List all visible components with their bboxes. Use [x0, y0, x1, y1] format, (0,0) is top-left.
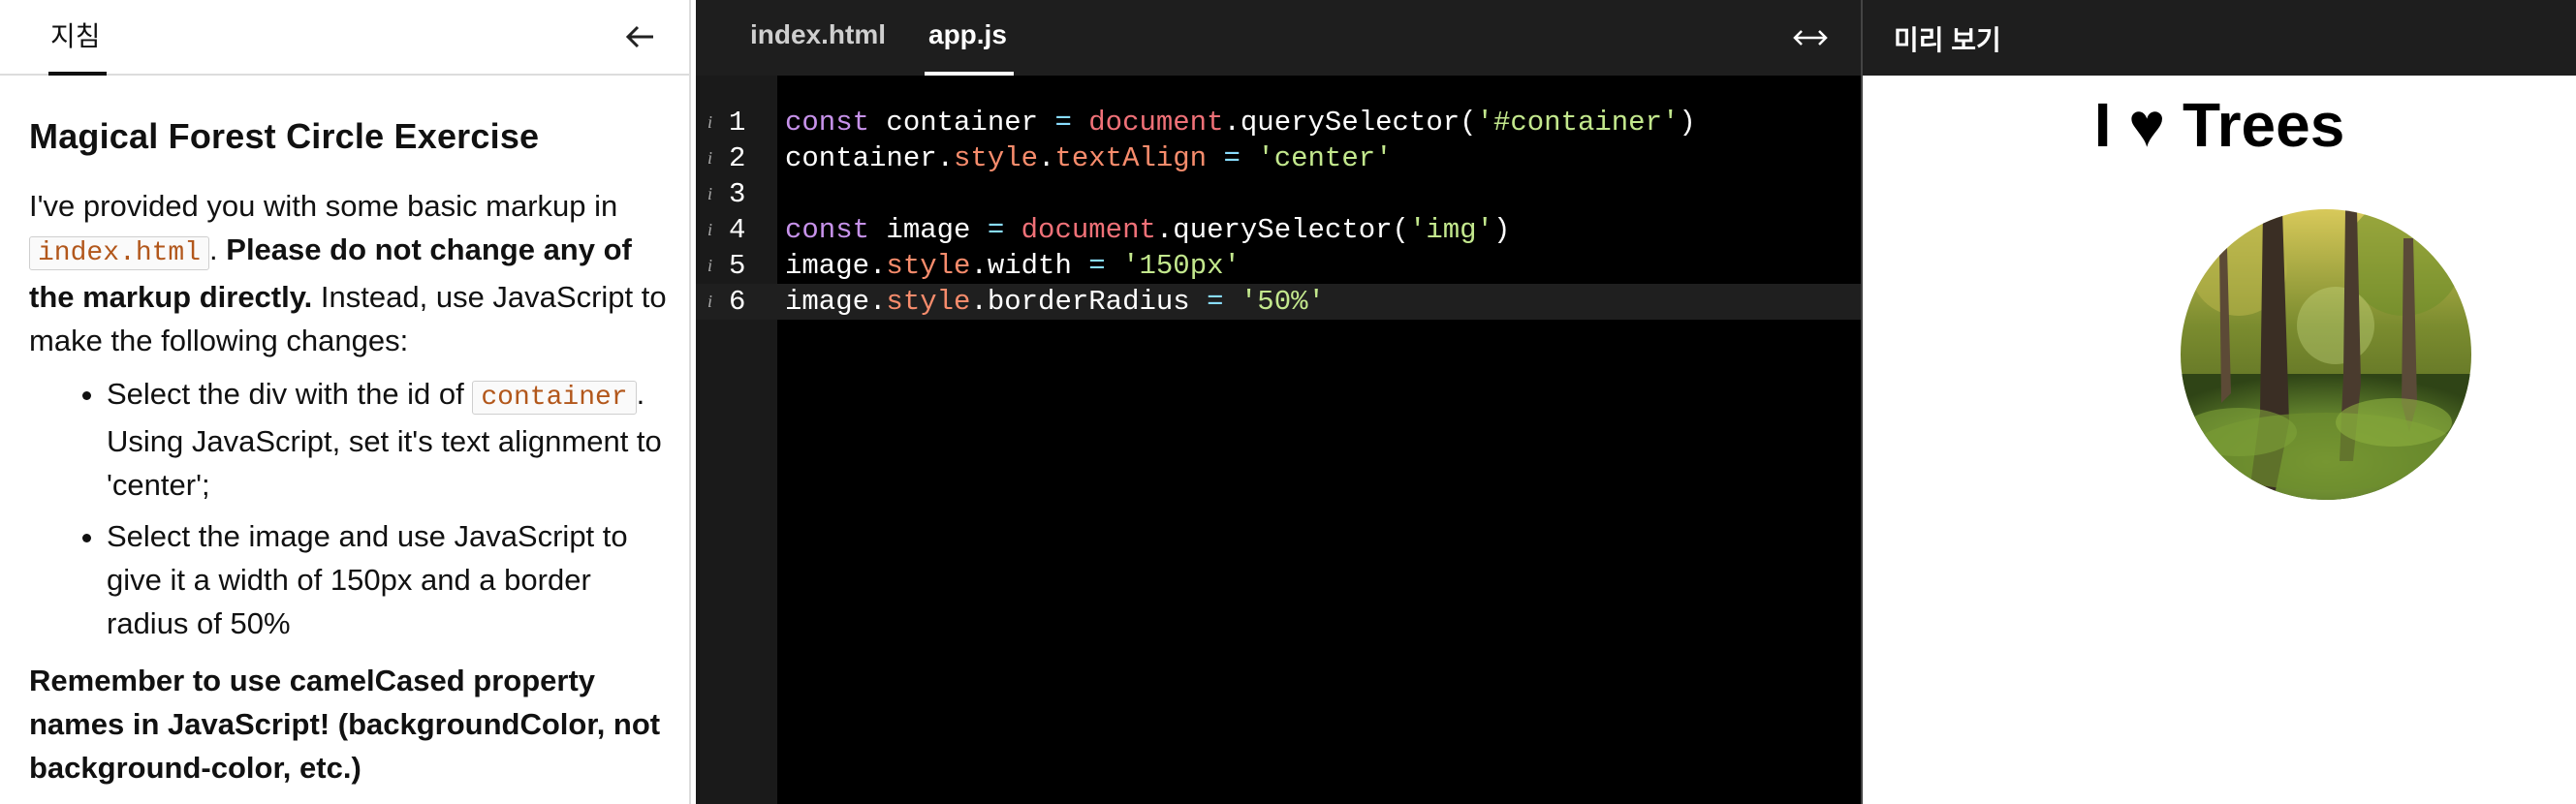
preview-panel: 미리 보기 I ♥ Trees — [1863, 0, 2576, 804]
editor-tabs: index.html app.js — [696, 0, 1861, 76]
preview-label: 미리 보기 — [1894, 25, 2001, 55]
code-text: const container = document.querySelector… — [785, 107, 1696, 139]
forest-image — [2181, 209, 2471, 500]
preview-heading: I ♥ Trees — [2093, 90, 2345, 160]
code-line[interactable]: i 5 image.style.width = '150px' — [696, 248, 1861, 284]
tab-active-indicator — [48, 72, 107, 76]
tab-index-html[interactable]: index.html — [750, 19, 886, 50]
info-icon[interactable]: i — [707, 140, 712, 176]
exercise-title: Magical Forest Circle Exercise — [29, 116, 540, 156]
instruction-list: Select the div with the id of container.… — [29, 372, 669, 645]
tab-app-js[interactable]: app.js — [928, 19, 1007, 50]
preview-header: 미리 보기 — [1863, 0, 2576, 76]
intro-text: I've provided you with some basic markup… — [29, 189, 618, 223]
code-text: image.style.width = '150px' — [785, 250, 1241, 282]
code-line[interactable]: i 6 image.style.borderRadius = '50%' — [696, 284, 1861, 320]
list-item-text: Select the div with the id of — [107, 377, 473, 411]
code-line[interactable]: i 1 const container = document.querySelect… — [696, 105, 1861, 140]
inline-code-container: container — [472, 381, 637, 415]
remember-note: Remember to use camelCased property name… — [29, 664, 661, 785]
inline-code-index: index.html — [29, 236, 210, 270]
line-number: 4 — [729, 214, 746, 246]
instructions-content: Magical Forest Circle Exercise I've prov… — [29, 116, 669, 789]
instructions-header: 지침 — [0, 0, 689, 76]
code-area[interactable]: i 1 const container = document.querySelect… — [696, 105, 1861, 320]
code-line[interactable]: i 4 const image = document.querySelector('… — [696, 212, 1861, 248]
code-line[interactable]: i 2 container.style.textAlign = 'center' — [696, 140, 1861, 176]
code-text: container.style.textAlign = 'center' — [785, 142, 1393, 174]
list-item: Select the div with the id of container.… — [107, 372, 669, 507]
line-number: 5 — [729, 250, 746, 282]
list-item: Select the image and use JavaScript to g… — [107, 514, 669, 645]
info-icon[interactable]: i — [707, 284, 712, 320]
info-icon[interactable]: i — [707, 176, 712, 212]
instructions-panel: 지침 Magical Forest Circle Exercise I've p… — [0, 0, 691, 804]
swap-arrows-icon[interactable] — [1791, 21, 1830, 54]
line-number: 1 — [729, 107, 746, 139]
info-icon[interactable]: i — [707, 248, 712, 284]
tab-active-indicator — [925, 72, 1014, 76]
code-line[interactable]: i3 — [696, 176, 1861, 212]
code-text: image.style.borderRadius = '50%' — [785, 286, 1325, 318]
line-number: 3 — [729, 178, 746, 210]
code-editor: index.html app.js i 1 const container = do… — [696, 0, 1861, 804]
back-arrow-icon[interactable] — [620, 17, 659, 56]
info-icon[interactable]: i — [707, 105, 712, 140]
line-number: 2 — [729, 142, 746, 174]
intro-paragraph: I've provided you with some basic markup… — [29, 189, 667, 357]
line-number: 6 — [729, 286, 746, 318]
code-text: const image = document.querySelector('im… — [785, 214, 1511, 246]
info-icon[interactable]: i — [707, 212, 712, 248]
tab-instructions[interactable]: 지침 — [50, 15, 101, 54]
